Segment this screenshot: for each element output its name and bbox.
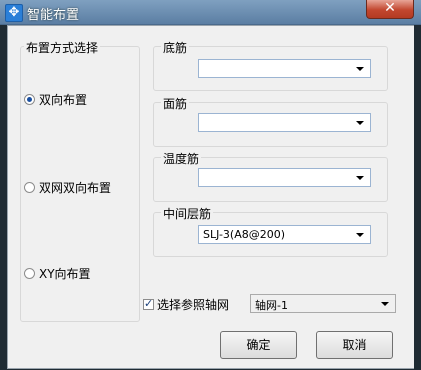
radio-xy[interactable]: XY向布置 [24, 265, 91, 282]
axis-select-value: 轴网-1 [255, 299, 288, 312]
window-title: 智能布置 [27, 8, 80, 23]
bottom-rebar-label: 底筋 [161, 39, 190, 56]
middle-rebar-select[interactable]: SLJ-3(A8@200) [198, 225, 371, 244]
top-rebar-label: 面筋 [161, 95, 190, 112]
window-border [414, 25, 421, 370]
radio-double-net-label: 双网双向布置 [39, 181, 112, 195]
radio-two-way-label: 双向布置 [39, 93, 88, 107]
chevron-down-icon[interactable] [381, 302, 389, 306]
chevron-down-icon[interactable] [356, 176, 364, 180]
chevron-down-icon[interactable] [356, 121, 364, 125]
app-icon: ✥ [5, 4, 23, 22]
ok-button[interactable]: 确定 [220, 331, 297, 359]
top-rebar-select[interactable] [198, 113, 371, 132]
bottom-rebar-select[interactable] [198, 59, 371, 78]
radio-double-net[interactable]: 双网双向布置 [24, 179, 111, 196]
cancel-button[interactable]: 取消 [316, 331, 393, 359]
middle-rebar-label: 中间层筋 [161, 205, 214, 222]
chevron-down-icon[interactable] [356, 233, 364, 237]
temperature-rebar-label: 温度筋 [161, 150, 202, 167]
layout-method-label: 布置方式选择 [24, 39, 101, 56]
axis-checkbox[interactable] [143, 297, 154, 310]
radio-indicator[interactable] [24, 182, 35, 193]
axis-checkbox-label: 选择参照轴网 [157, 298, 230, 312]
radio-two-way[interactable]: 双向布置 [24, 91, 87, 108]
dialog-body: 布置方式选择 双向布置 双网双向布置 XY向布置 底筋 面筋 温度筋 中间层筋 … [7, 25, 416, 369]
radio-indicator[interactable] [24, 268, 35, 279]
radio-xy-label: XY向布置 [39, 267, 91, 281]
axis-select[interactable]: 轴网-1 [250, 294, 396, 313]
middle-rebar-value: SLJ-3(A8@200) [203, 228, 286, 241]
close-icon: ✕ [384, 0, 396, 16]
chevron-down-icon[interactable] [356, 67, 364, 71]
axis-checkbox-row[interactable]: 选择参照轴网 [143, 296, 229, 313]
close-button[interactable]: ✕ [366, 0, 414, 19]
temperature-rebar-select[interactable] [198, 168, 371, 187]
title-bar: ✥ 智能布置 ✕ [0, 0, 421, 25]
radio-indicator[interactable] [24, 94, 35, 105]
